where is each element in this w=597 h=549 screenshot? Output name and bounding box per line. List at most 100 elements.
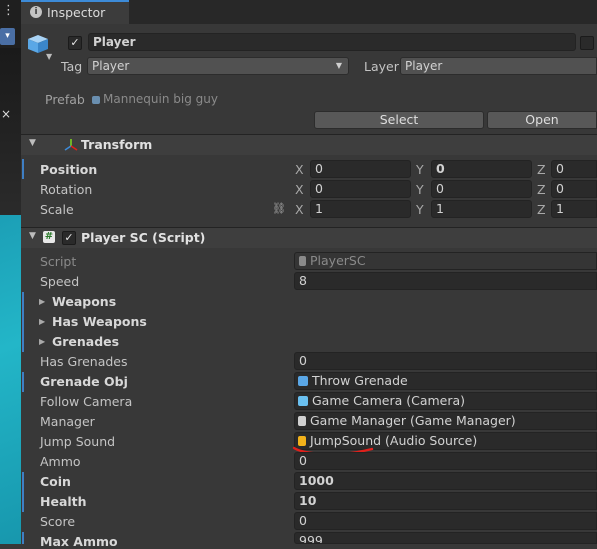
static-checkbox[interactable] (580, 36, 594, 50)
manager-label: Manager (40, 414, 95, 429)
axis-y-label: Y (416, 202, 424, 217)
score-field[interactable]: 0 (294, 512, 597, 530)
prefab-icon (92, 96, 100, 104)
constrain-proportions-icon[interactable]: ⛓ (272, 202, 286, 215)
scale-label: Scale (40, 202, 74, 217)
tag-dropdown[interactable]: Player ▼ (87, 57, 349, 75)
axis-z-label: Z (537, 202, 546, 217)
speed-field[interactable]: 8 (294, 272, 597, 290)
open-button[interactable]: Open (487, 111, 597, 129)
tag-value: Player (92, 59, 130, 73)
scene-view-edge: ⋮ ▾ × (0, 0, 21, 544)
scene-background (0, 48, 21, 218)
script-label: Script (40, 254, 77, 269)
prefab-value: Mannequin big guy (103, 92, 218, 106)
grenade-obj-value: Throw Grenade (312, 373, 408, 388)
more-options-icon[interactable]: ⋮ (2, 2, 15, 20)
override-marker (22, 292, 24, 352)
speed-label: Speed (40, 274, 80, 289)
health-field[interactable]: 10 (294, 492, 597, 510)
max-ammo-field[interactable]: 999 (294, 532, 597, 544)
tag-label: Tag (61, 59, 83, 74)
grenade-obj-field[interactable]: Throw Grenade (294, 372, 597, 390)
scale-x-field[interactable]: 1 (310, 200, 411, 218)
player-sc-title: Player SC (Script) (81, 230, 206, 245)
has-grenades-label: Has Grenades (40, 354, 128, 369)
has-weapons-label[interactable]: Has Weapons (52, 314, 147, 329)
axis-x-label: X (295, 202, 304, 217)
axis-z-label: Z (537, 162, 546, 177)
layer-label: Layer (364, 59, 399, 74)
override-marker (22, 472, 24, 512)
rotation-z-field[interactable]: 0 (551, 180, 597, 198)
override-marker (22, 159, 24, 179)
jump-sound-label: Jump Sound (40, 434, 116, 449)
axis-x-label: X (295, 162, 304, 177)
override-marker (22, 372, 24, 392)
script-field: PlayerSC (294, 252, 597, 270)
grenade-obj-label: Grenade Obj (40, 374, 128, 389)
scene-floor (0, 215, 21, 544)
axis-y-label: Y (416, 162, 424, 177)
foldout-arrow-icon[interactable]: ▼ (29, 231, 36, 241)
foldout-arrow-icon[interactable]: ▶ (39, 317, 45, 326)
rotation-x-field[interactable]: 0 (310, 180, 411, 198)
rotation-y-field[interactable]: 0 (431, 180, 532, 198)
transform-title: Transform (81, 137, 153, 152)
script-hash-icon: # (43, 231, 55, 243)
script-file-icon (299, 256, 306, 266)
transform-header[interactable]: ▼ Transform (21, 135, 597, 155)
score-label: Score (40, 514, 76, 529)
prefab-field: Mannequin big guy (87, 90, 597, 108)
script-value: PlayerSC (310, 253, 366, 268)
position-label: Position (40, 162, 98, 177)
override-marker (22, 532, 24, 544)
axis-z-label: Z (537, 182, 546, 197)
grenades-label[interactable]: Grenades (52, 334, 119, 349)
coin-field[interactable]: 1000 (294, 472, 597, 490)
max-ammo-label: Max Ammo (40, 534, 118, 549)
tab-inspector[interactable]: i Inspector (21, 0, 129, 24)
prefab-cube-icon (28, 35, 48, 53)
axis-x-label: X (295, 182, 304, 197)
script-file-icon (298, 416, 306, 426)
select-button[interactable]: Select (314, 111, 484, 129)
has-grenades-field[interactable]: 0 (294, 352, 597, 370)
prefab-label: Prefab (45, 92, 85, 107)
player-sc-header[interactable]: ▼ # ✓ Player SC (Script) (21, 228, 597, 248)
active-checkbox[interactable]: ✓ (68, 36, 82, 50)
coin-label: Coin (40, 474, 71, 489)
ammo-field[interactable]: 0 (294, 452, 597, 470)
scene-dropdown-icon[interactable]: ▾ (0, 28, 15, 45)
foldout-arrow-icon[interactable]: ▶ (39, 337, 45, 346)
camera-icon (298, 396, 308, 406)
layer-dropdown[interactable]: Player (400, 57, 597, 75)
axis-y-label: Y (416, 182, 424, 197)
tab-label: Inspector (47, 5, 106, 20)
position-x-field[interactable]: 0 (310, 160, 411, 178)
ammo-label: Ammo (40, 454, 81, 469)
scale-z-field[interactable]: 1 (551, 200, 597, 218)
position-z-field[interactable]: 0 (551, 160, 597, 178)
foldout-arrow-icon[interactable]: ▼ (29, 138, 36, 148)
manager-field[interactable]: Game Manager (Game Manager) (294, 412, 597, 430)
follow-camera-field[interactable]: Game Camera (Camera) (294, 392, 597, 410)
position-y-field[interactable]: 0 (431, 160, 532, 178)
enabled-checkbox[interactable]: ✓ (62, 231, 76, 245)
chevron-down-icon: ▼ (335, 61, 342, 70)
weapons-label[interactable]: Weapons (52, 294, 116, 309)
prefab-cube-icon (298, 376, 308, 386)
health-label: Health (40, 494, 87, 509)
icon-dropdown-icon[interactable]: ▼ (46, 52, 52, 61)
close-icon[interactable]: × (1, 107, 11, 121)
follow-camera-value: Game Camera (Camera) (312, 393, 466, 408)
layer-value: Player (405, 59, 443, 73)
scale-y-field[interactable]: 1 (431, 200, 532, 218)
foldout-arrow-icon[interactable]: ▶ (39, 297, 45, 306)
manager-value: Game Manager (Game Manager) (310, 413, 516, 428)
rotation-label: Rotation (40, 182, 93, 197)
object-name-field[interactable]: Player (88, 33, 576, 51)
transform-axes-icon (64, 139, 78, 151)
follow-camera-label: Follow Camera (40, 394, 133, 409)
info-icon: i (30, 6, 42, 18)
